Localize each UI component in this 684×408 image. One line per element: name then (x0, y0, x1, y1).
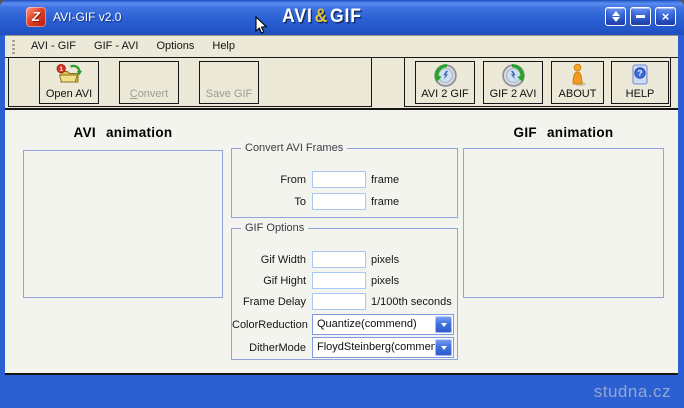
gif-options-title: GIF Options (241, 222, 309, 234)
gif-preview-panel (463, 148, 664, 298)
mouse-cursor-icon (255, 15, 268, 38)
chevron-down-icon[interactable] (435, 339, 452, 356)
open-avi-button[interactable]: 1 Open AVI (39, 61, 99, 104)
dither-mode-select[interactable]: FloydSteinberg(commend (312, 337, 454, 358)
gif-width-label: Gif Width (260, 253, 306, 266)
chevron-down-icon[interactable] (435, 316, 452, 333)
dither-mode-row: DitherMode FloydSteinberg(commend (232, 337, 454, 358)
client-area: AVI animation GIF animation Convert AVI … (5, 110, 678, 375)
convert-button: Convert (119, 61, 179, 104)
menu-gif-avi[interactable]: GIF - AVI (85, 36, 147, 57)
toolbar: 1 Open AVI Convert Save GIF AVI 2 GIF GI… (5, 57, 678, 110)
to-suffix: frame (371, 195, 400, 208)
avi-animation-heading: AVI animation (73, 125, 173, 140)
menu-options[interactable]: Options (147, 36, 203, 57)
toolbar-band-left: 1 Open AVI Convert Save GIF (8, 57, 372, 107)
close-icon: × (661, 9, 670, 24)
from-input[interactable] (312, 171, 366, 188)
convert-label: Convert (129, 88, 169, 100)
dither-mode-value: FloydSteinberg(commend (317, 341, 443, 353)
app-logo-icon: Z (26, 7, 46, 27)
frame-delay-input[interactable] (312, 293, 366, 310)
frame-delay-label: Frame Delay (243, 295, 306, 308)
app-window: Z AVI-GIF v2.0 AVI&GIF × AVI - GIF GIF -… (0, 0, 684, 408)
help-book-icon: ? (630, 62, 650, 88)
color-reduction-label: ColorReduction (232, 318, 308, 331)
brand-ampersand: & (314, 6, 329, 27)
color-reduction-row: ColorReduction Quantize(commend) (232, 314, 454, 335)
close-button[interactable]: × (655, 7, 676, 26)
person-icon (568, 62, 588, 88)
rollup-button[interactable] (605, 7, 626, 26)
toolbar-band-right: AVI 2 GIF GIF 2 AVI ABOUT ? HELP (404, 57, 671, 107)
from-suffix: frame (371, 173, 400, 186)
open-avi-label: Open AVI (45, 88, 93, 100)
from-label: From (280, 173, 306, 186)
window-title: AVI-GIF v2.0 (53, 10, 122, 24)
to-label: To (294, 195, 306, 208)
from-row: From frame (232, 171, 399, 188)
svg-text:1: 1 (59, 66, 63, 73)
gif-options-group: GIF Options Gif Width pixels Gif Hight p… (231, 222, 458, 360)
convert-frames-title: Convert AVI Frames (241, 142, 348, 154)
menu-bar: AVI - GIF GIF - AVI Options Help (5, 35, 678, 58)
brand-text: AVI&GIF (282, 6, 362, 28)
menu-avi-gif[interactable]: AVI - GIF (22, 36, 85, 57)
gif-width-input[interactable] (312, 251, 366, 268)
brand-avi: AVI (282, 6, 313, 27)
menubar-gripper (12, 39, 15, 54)
about-label: ABOUT (558, 88, 597, 100)
convert-circle-icon (433, 62, 458, 88)
triangle-down-icon (611, 17, 620, 22)
help-label: HELP (625, 88, 655, 100)
gif-2-avi-button[interactable]: GIF 2 AVI (483, 61, 543, 104)
gif-hight-suffix: pixels (371, 274, 400, 287)
color-reduction-value: Quantize(commend) (317, 318, 417, 330)
to-row: To frame (232, 193, 399, 210)
gif-width-row: Gif Width pixels (232, 251, 399, 268)
minimize-button[interactable] (630, 7, 651, 26)
dither-mode-label: DitherMode (249, 341, 306, 354)
to-input[interactable] (312, 193, 366, 210)
about-button[interactable]: ABOUT (551, 61, 604, 104)
title-bar: Z AVI-GIF v2.0 AVI&GIF × (0, 0, 684, 35)
avi-2-gif-label: AVI 2 GIF (421, 88, 469, 100)
gif-hight-label: Gif Hight (263, 274, 306, 287)
triangle-up-icon (611, 11, 620, 16)
open-folder-icon: 1 (56, 62, 83, 88)
avi-preview-panel (23, 150, 223, 298)
convert-frames-group: Convert AVI Frames From frame To frame (231, 142, 458, 218)
gif-animation-heading: GIF animation (513, 125, 614, 140)
frame-delay-suffix: 1/100th seconds (371, 295, 452, 308)
convert-circle-icon (501, 62, 526, 88)
save-gif-label: Save GIF (205, 88, 253, 100)
gif-2-avi-label: GIF 2 AVI (489, 88, 537, 100)
save-gif-button: Save GIF (199, 61, 259, 104)
avi-2-gif-button[interactable]: AVI 2 GIF (415, 61, 475, 104)
menu-help[interactable]: Help (203, 36, 244, 57)
gif-hight-row: Gif Hight pixels (232, 272, 399, 289)
help-button[interactable]: ? HELP (611, 61, 669, 104)
minimize-icon (636, 15, 645, 18)
svg-text:?: ? (637, 68, 642, 78)
watermark-text: studna.cz (593, 382, 671, 401)
color-reduction-select[interactable]: Quantize(commend) (312, 314, 454, 335)
brand-gif: GIF (329, 6, 362, 27)
frame-delay-row: Frame Delay 1/100th seconds (232, 293, 452, 310)
gif-hight-input[interactable] (312, 272, 366, 289)
gif-width-suffix: pixels (371, 253, 400, 266)
window-controls: × (605, 7, 676, 26)
